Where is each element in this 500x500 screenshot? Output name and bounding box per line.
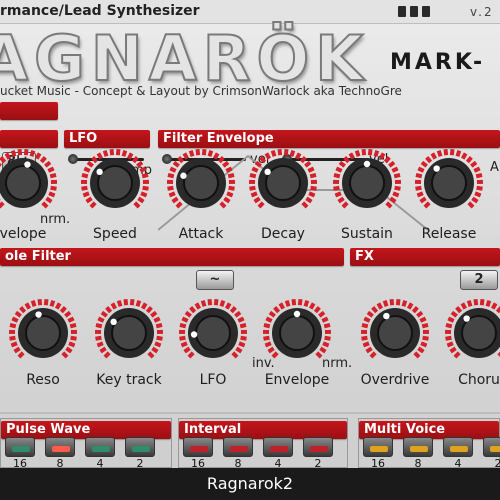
knob-label: Choru [458,372,500,388]
knob-label: Release [421,226,477,242]
window-controls [398,6,430,17]
section-lfo: LFO [64,130,150,148]
knob-overdrive[interactable] [360,298,430,368]
multi-voice-group: Multi Voice 16 8 4 2 [358,418,500,470]
inv-label: inv. [252,356,275,371]
a-label: A [490,160,499,175]
knob-release[interactable] [414,148,484,218]
voice-select-button[interactable] [403,437,433,457]
section-filter: ole Filter [0,248,344,266]
led-indicator [450,446,468,452]
knob-label: velope [0,226,47,242]
section-envelope [0,102,58,120]
knob-label: Overdrive [360,372,430,388]
pulse-wave-group: Pulse Wave 16 8 4 2 [0,418,172,470]
led-indicator [132,446,150,452]
knob-velope[interactable] [0,148,58,218]
led-indicator [230,446,248,452]
waveform-row: Pulse Wave 16 8 4 2 Interval 16 8 4 2 Multi Vo… [0,418,500,470]
voice-select-button[interactable] [5,437,35,457]
voice-select-button[interactable] [263,437,293,457]
knob-choru[interactable] [444,298,500,368]
minimize-icon[interactable] [398,6,406,17]
led-indicator [310,446,328,452]
led-indicator [52,446,70,452]
led-strip: 16 8 4 2 [1,437,171,470]
knob-attack[interactable] [166,148,236,218]
led-strip: 16 8 4 2 [179,437,347,470]
voice-select-button[interactable] [363,437,393,457]
footer-title: Ragnarok2 [0,468,500,500]
knob-label: Reso [26,372,60,388]
knob-sustain[interactable] [332,148,402,218]
divider [0,412,500,414]
knob-decay[interactable] [248,148,318,218]
knob-label: Decay [261,226,305,242]
led-indicator [92,446,110,452]
knob-speed[interactable] [80,148,150,218]
knob-label: Sustain [341,226,393,242]
knob-key-track[interactable] [94,298,164,368]
section-filter-envelope: Filter Envelope [158,130,500,148]
minimize-icon[interactable] [410,6,418,17]
slider-handle[interactable] [68,154,78,164]
section-fx: FX [350,248,500,266]
voice-select-button[interactable] [483,437,500,457]
fx-mode-button[interactable]: 2 [460,270,498,290]
model-mark: MARK- [390,50,486,75]
close-icon[interactable] [422,6,430,17]
led-indicator [490,446,500,452]
voice-select-button[interactable] [85,437,115,457]
voice-select-button[interactable] [183,437,213,457]
led-indicator [12,446,30,452]
interval-group: Interval 16 8 4 2 [178,418,348,470]
title-bar: rmance/Lead Synthesizer v.2 [0,0,500,24]
voice-select-button[interactable] [223,437,253,457]
synth-window: rmance/Lead Synthesizer v.2 AGNARÖK MARK… [0,0,500,500]
voice-select-button[interactable] [45,437,75,457]
synth-panel: rmance/Lead Synthesizer v.2 AGNARÖK MARK… [0,0,500,470]
voice-select-button[interactable] [443,437,473,457]
knob-label: Envelope [264,372,330,388]
led-indicator [190,446,208,452]
credit-line: ucket Music - Concept & Layout by Crimso… [0,84,402,98]
nrm-label: nrm. [322,356,353,371]
section-amp [0,130,58,148]
knob-label: LFO [199,372,227,388]
led-indicator [270,446,288,452]
knob-label: Key track [96,372,162,388]
knob-label: Attack [178,226,224,242]
voice-select-button[interactable] [303,437,333,457]
filter-lfo-wave-button[interactable]: ~ [196,270,234,290]
led-indicator [370,446,388,452]
led-indicator [410,446,428,452]
nrm-label: nrm. [40,212,71,227]
knob-reso[interactable] [8,298,78,368]
led-strip: 16 8 4 2 [359,437,500,470]
window-title: rmance/Lead Synthesizer [0,3,200,19]
voice-select-button[interactable] [125,437,155,457]
knob-label: Speed [93,226,137,242]
version-label: v.2 [470,5,494,19]
knob-lfo[interactable] [178,298,248,368]
